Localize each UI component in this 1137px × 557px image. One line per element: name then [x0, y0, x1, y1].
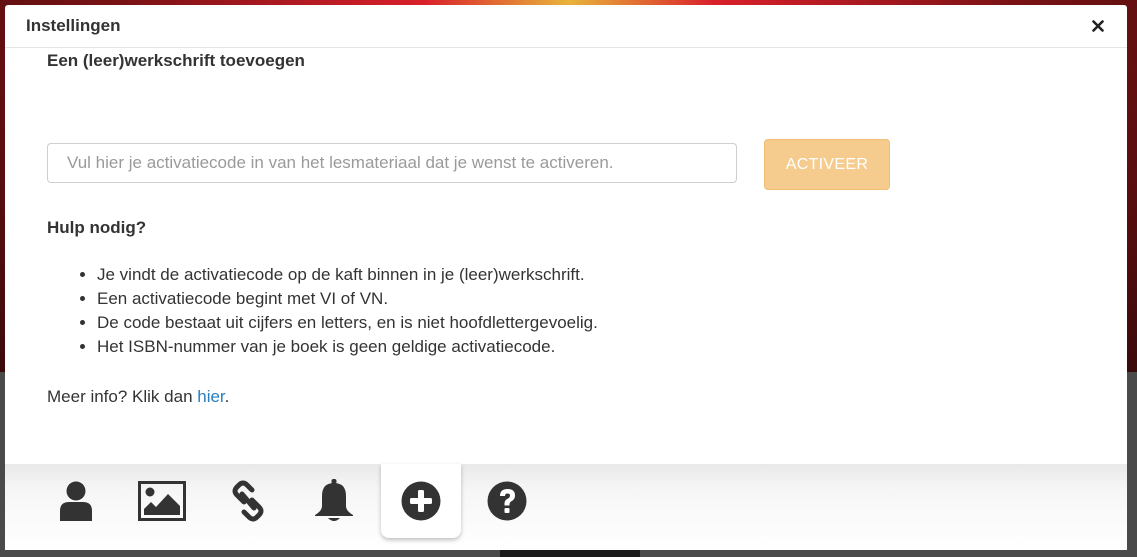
help-item: Je vindt de activatiecode op de kaft bin… — [97, 263, 598, 287]
tab-add[interactable] — [381, 464, 461, 538]
more-info-prefix: Meer info? Klik dan — [47, 387, 198, 406]
help-list: Je vindt de activatiecode op de kaft bin… — [47, 263, 598, 359]
question-circle-icon — [487, 481, 527, 521]
help-item: Een activatiecode begint met VI of VN. — [97, 287, 598, 311]
more-info-link[interactable]: hier — [197, 387, 224, 406]
settings-modal: Instellingen Een (leer)werkschrift toevo… — [5, 5, 1127, 464]
tab-link[interactable] — [208, 464, 288, 538]
more-info-text: Meer info? Klik dan hier. — [47, 387, 229, 407]
help-title: Hulp nodig? — [47, 218, 147, 237]
activate-button[interactable]: ACTIVEER — [764, 139, 890, 190]
image-icon — [138, 481, 186, 521]
activation-code-input[interactable] — [47, 143, 737, 183]
modal-header: Instellingen — [5, 5, 1127, 48]
help-item: De code bestaat uit cijfers en letters, … — [97, 311, 598, 335]
bell-icon — [315, 479, 353, 521]
close-button[interactable] — [1084, 12, 1112, 40]
modal-title: Instellingen — [26, 16, 121, 35]
more-info-suffix: . — [224, 387, 230, 406]
plus-circle-icon — [401, 481, 441, 521]
settings-tabbar — [5, 464, 1127, 550]
tab-help[interactable] — [467, 464, 547, 538]
add-workbook-title: Een (leer)werkschrift toevoegen — [47, 51, 305, 70]
tab-notifications[interactable] — [294, 464, 374, 538]
tab-image[interactable] — [122, 464, 202, 538]
tab-profile[interactable] — [36, 464, 116, 538]
link-icon — [232, 480, 264, 522]
help-item: Het ISBN-nummer van je boek is geen geld… — [97, 335, 598, 359]
close-icon — [1092, 20, 1104, 32]
user-icon — [60, 481, 92, 521]
